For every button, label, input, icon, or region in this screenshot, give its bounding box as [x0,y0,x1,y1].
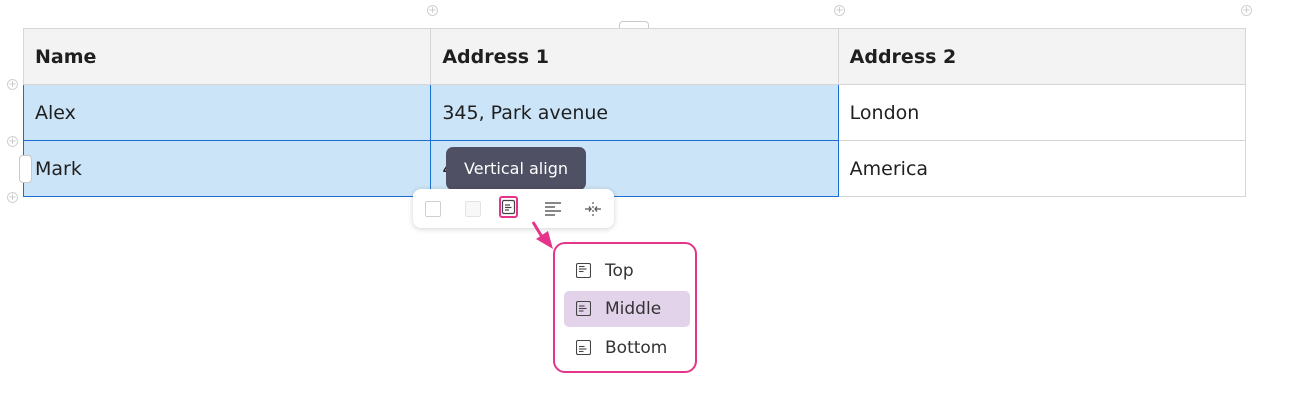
vertical-align-button[interactable] [499,196,518,218]
table-cell[interactable]: America [837,140,1247,197]
table-cell[interactable]: Mark [22,140,432,197]
table-header-row: Name Address 1 Address 2 [22,28,1247,85]
menu-item-top[interactable]: Top [564,253,690,289]
align-bottom-icon [576,340,591,355]
menu-item-label: Top [605,261,634,281]
align-top-icon [576,263,591,278]
checkbox-disabled-button[interactable] [463,199,483,219]
table-cell[interactable]: London [837,84,1247,141]
checkbox-disabled-icon [465,201,481,217]
table-cell[interactable]: 345, Park avenue [430,84,839,141]
checkbox-icon [425,201,441,217]
align-middle-icon [576,301,591,316]
vertical-align-menu: Top Middle Bottom [553,242,697,373]
menu-item-middle[interactable]: Middle [564,291,690,327]
vertical-align-icon [501,199,516,215]
collapse-button[interactable] [583,199,603,219]
menu-item-label: Middle [605,299,662,319]
text-align-left-icon [545,202,561,216]
data-table: Name Address 1 Address 2 Alex 345, Park … [22,28,1247,197]
add-row-plus-icon[interactable]: + [7,192,18,203]
collapse-horizontal-icon [585,202,601,216]
menu-item-bottom[interactable]: Bottom [564,330,690,366]
header-cell[interactable]: Address 1 [430,28,839,85]
add-column-plus-icon[interactable]: + [834,5,845,16]
text-align-button[interactable] [543,199,563,219]
cell-format-toolbar [413,189,614,228]
add-column-plus-icon[interactable]: + [427,5,438,16]
table-row: Mark 4 America [22,140,1247,197]
add-row-plus-icon[interactable]: + [7,79,18,90]
table-row: Alex 345, Park avenue London [22,84,1247,141]
table-cell[interactable]: Alex [22,84,432,141]
vertical-align-tooltip: Vertical align [446,147,586,190]
header-cell[interactable]: Name [22,28,432,85]
menu-item-label: Bottom [605,338,668,358]
add-row-plus-icon[interactable]: + [7,136,18,147]
header-cell[interactable]: Address 2 [837,28,1247,85]
row-drag-handle[interactable] [19,155,32,183]
checkbox-button[interactable] [423,199,443,219]
add-column-plus-icon[interactable]: + [1241,5,1252,16]
